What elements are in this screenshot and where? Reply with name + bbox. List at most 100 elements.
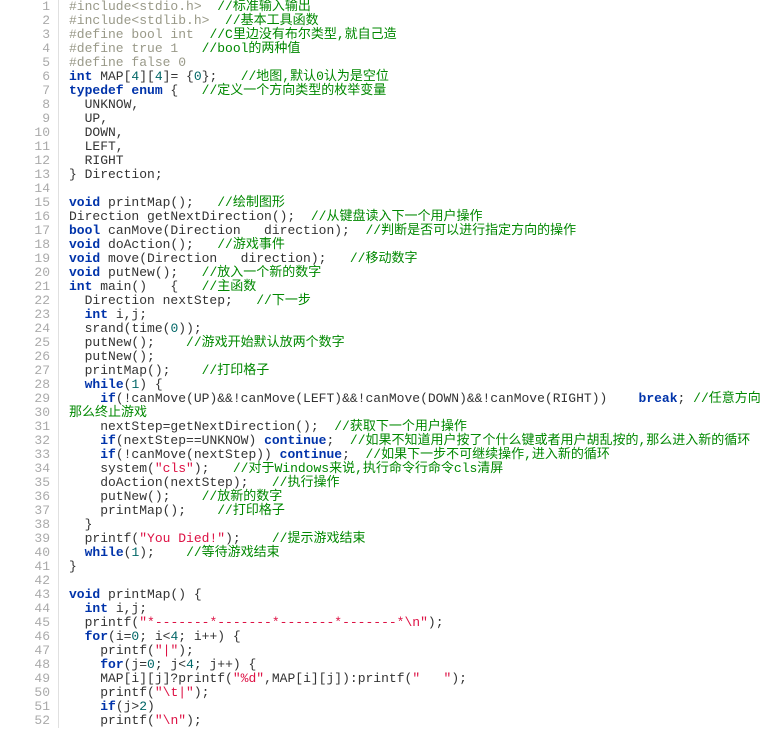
line-number-gutter: 1234567891011121314151617181920212223242… xyxy=(0,0,59,728)
line-number: 22 xyxy=(0,294,50,308)
code-line: Direction nextStep; //下一步 xyxy=(69,294,761,308)
line-number: 30 xyxy=(0,406,50,420)
line-number: 26 xyxy=(0,350,50,364)
code-line: RIGHT xyxy=(69,154,761,168)
code-line: } xyxy=(69,518,761,532)
line-number: 16 xyxy=(0,210,50,224)
line-number: 14 xyxy=(0,182,50,196)
code-line: UP, xyxy=(69,112,761,126)
code-line: putNew(); //游戏开始默认放两个数字 xyxy=(69,336,761,350)
line-number: 13 xyxy=(0,168,50,182)
line-number: 11 xyxy=(0,140,50,154)
line-number: 47 xyxy=(0,644,50,658)
code-line: void putNew(); //放入一个新的数字 xyxy=(69,266,761,280)
code-line: void doAction(); //游戏事件 xyxy=(69,238,761,252)
line-number: 5 xyxy=(0,56,50,70)
code-line: } xyxy=(69,560,761,574)
line-number: 46 xyxy=(0,630,50,644)
code-line: } Direction; xyxy=(69,168,761,182)
code-line: putNew(); xyxy=(69,350,761,364)
code-line: while(1) { xyxy=(69,378,761,392)
line-number: 8 xyxy=(0,98,50,112)
code-line: LEFT, xyxy=(69,140,761,154)
code-line: printf("\n"); xyxy=(69,714,761,728)
line-number: 9 xyxy=(0,112,50,126)
line-number: 21 xyxy=(0,280,50,294)
code-line: while(1); //等待游戏结束 xyxy=(69,546,761,560)
line-number: 52 xyxy=(0,714,50,728)
line-number: 3 xyxy=(0,28,50,42)
code-content[interactable]: #include<stdio.h> //标准输入输出#include<stdli… xyxy=(59,0,761,728)
code-line: if(!canMove(UP)&&!canMove(LEFT)&&!canMov… xyxy=(69,392,761,406)
code-line: if(!canMove(nextStep)) continue; //如果下一步… xyxy=(69,448,761,462)
code-line: #include<stdlib.h> //基本工具函数 xyxy=(69,14,761,28)
line-number: 36 xyxy=(0,490,50,504)
code-line: for(j=0; j<4; j++) { xyxy=(69,658,761,672)
code-line: #define true 1 //bool的两种值 xyxy=(69,42,761,56)
code-line: DOWN, xyxy=(69,126,761,140)
code-line: if(j>2) xyxy=(69,700,761,714)
line-number: 18 xyxy=(0,238,50,252)
line-number: 42 xyxy=(0,574,50,588)
line-number: 51 xyxy=(0,700,50,714)
line-number: 4 xyxy=(0,42,50,56)
line-number: 43 xyxy=(0,588,50,602)
code-line: printf("\t|"); xyxy=(69,686,761,700)
code-line xyxy=(69,182,761,196)
line-number: 15 xyxy=(0,196,50,210)
code-line: if(nextStep==UNKNOW) continue; //如果不知道用户… xyxy=(69,434,761,448)
code-line: MAP[i][j]?printf("%d",MAP[i][j]):printf(… xyxy=(69,672,761,686)
line-number: 41 xyxy=(0,560,50,574)
code-line: typedef enum { //定义一个方向类型的枚举变量 xyxy=(69,84,761,98)
code-line: Direction getNextDirection(); //从键盘读入下一个… xyxy=(69,210,761,224)
code-line: int main() { //主函数 xyxy=(69,280,761,294)
code-line: #define false 0 xyxy=(69,56,761,70)
code-line: int i,j; xyxy=(69,308,761,322)
code-line: printMap(); //打印格子 xyxy=(69,504,761,518)
code-line: int i,j; xyxy=(69,602,761,616)
code-line: printf("*-------*-------*-------*-------… xyxy=(69,616,761,630)
code-line: #include<stdio.h> //标准输入输出 xyxy=(69,0,761,14)
code-line: void printMap() { xyxy=(69,588,761,602)
line-number: 39 xyxy=(0,532,50,546)
code-line: printf("You Died!"); //提示游戏结束 xyxy=(69,532,761,546)
line-number: 29 xyxy=(0,392,50,406)
line-number: 24 xyxy=(0,322,50,336)
code-line: int MAP[4][4]= {0}; //地图,默认0认为是空位 xyxy=(69,70,761,84)
code-line: putNew(); //放新的数字 xyxy=(69,490,761,504)
code-line: #define bool int //C里边没有布尔类型,就自己造 xyxy=(69,28,761,42)
line-number: 6 xyxy=(0,70,50,84)
code-editor: 1234567891011121314151617181920212223242… xyxy=(0,0,761,728)
line-number: 7 xyxy=(0,84,50,98)
line-number: 49 xyxy=(0,672,50,686)
line-number: 33 xyxy=(0,448,50,462)
code-line: system("cls"); //对于Windows来说,执行命令行命令cls清… xyxy=(69,462,761,476)
code-line: void move(Direction direction); //移动数字 xyxy=(69,252,761,266)
code-line: UNKNOW, xyxy=(69,98,761,112)
code-line: 那么终止游戏 xyxy=(69,406,761,420)
code-line: printf("|"); xyxy=(69,644,761,658)
line-number: 23 xyxy=(0,308,50,322)
line-number: 19 xyxy=(0,252,50,266)
line-number: 37 xyxy=(0,504,50,518)
code-line: doAction(nextStep); //执行操作 xyxy=(69,476,761,490)
code-line: printMap(); //打印格子 xyxy=(69,364,761,378)
line-number: 48 xyxy=(0,658,50,672)
line-number: 38 xyxy=(0,518,50,532)
line-number: 20 xyxy=(0,266,50,280)
line-number: 27 xyxy=(0,364,50,378)
line-number: 12 xyxy=(0,154,50,168)
code-line: nextStep=getNextDirection(); //获取下一个用户操作 xyxy=(69,420,761,434)
line-number: 2 xyxy=(0,14,50,28)
line-number: 34 xyxy=(0,462,50,476)
line-number: 50 xyxy=(0,686,50,700)
line-number: 10 xyxy=(0,126,50,140)
code-line: srand(time(0)); xyxy=(69,322,761,336)
line-number: 31 xyxy=(0,420,50,434)
code-line: void printMap(); //绘制图形 xyxy=(69,196,761,210)
line-number: 17 xyxy=(0,224,50,238)
code-line: bool canMove(Direction direction); //判断是… xyxy=(69,224,761,238)
code-line xyxy=(69,574,761,588)
code-line: for(i=0; i<4; i++) { xyxy=(69,630,761,644)
line-number: 32 xyxy=(0,434,50,448)
